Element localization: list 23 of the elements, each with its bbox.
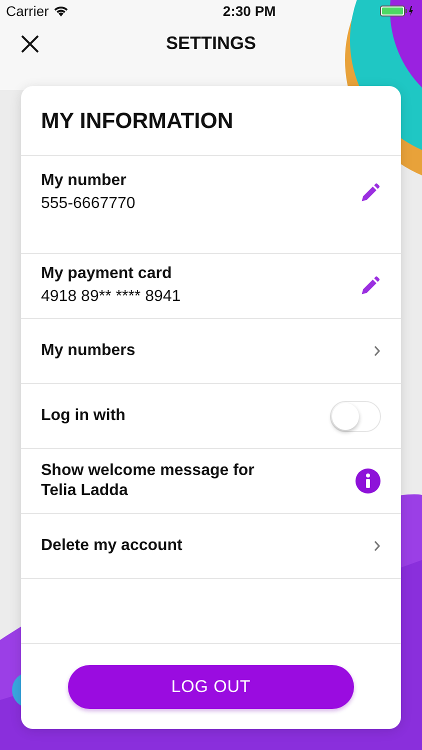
row-label: Delete my account — [41, 536, 182, 556]
row-label: My payment card — [41, 264, 173, 284]
wifi-icon — [52, 5, 69, 17]
carrier-label: Carrier — [6, 2, 49, 20]
card-title: MY INFORMATION — [41, 107, 234, 135]
pencil-icon[interactable] — [359, 275, 381, 297]
row-label: My number — [41, 170, 128, 190]
close-button[interactable] — [20, 34, 40, 54]
row-label: Show welcome message for Telia Ladda — [41, 461, 256, 501]
chevron-icon — [373, 345, 381, 357]
chevron-icon — [373, 540, 381, 552]
row-value: 4918 89** **** 8941 — [41, 287, 181, 307]
row-label: My numbers — [41, 341, 136, 361]
log-out-button[interactable]: LOG OUT — [68, 664, 354, 708]
battery-icon — [380, 5, 416, 17]
page-title: SETTINGS — [166, 32, 256, 55]
toggle-switch[interactable] — [330, 400, 381, 432]
row-value: 555-6667770 — [41, 194, 136, 214]
status-time: 2:30 PM — [222, 2, 276, 20]
row-label: Log in with — [41, 406, 126, 426]
info-icon[interactable] — [355, 468, 381, 494]
pencil-icon[interactable] — [359, 182, 381, 204]
close-icon — [21, 34, 39, 52]
